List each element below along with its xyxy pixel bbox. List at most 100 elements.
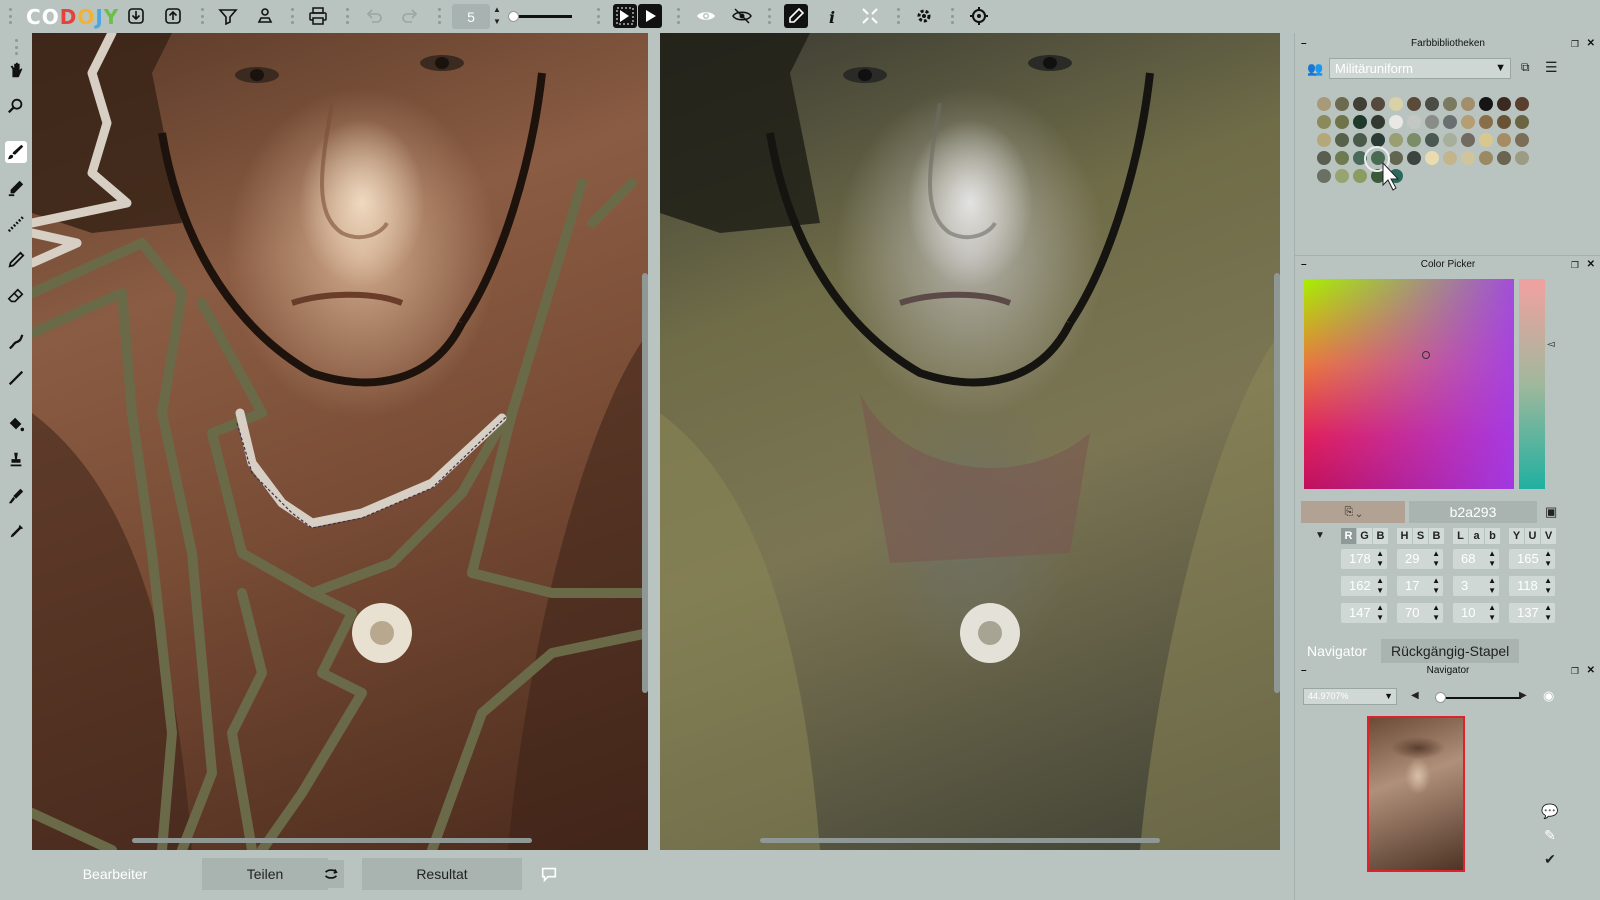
eye-icon[interactable] [694,4,718,28]
color-swatch[interactable] [1461,151,1475,165]
dotted-brush-icon[interactable] [5,213,27,235]
color-swatch[interactable] [1515,151,1529,165]
color-swatch[interactable] [1515,97,1529,111]
image-icon[interactable]: ▣ [1545,504,1557,520]
result-canvas[interactable] [660,33,1280,850]
expand-icon[interactable] [858,4,882,28]
mode-y[interactable]: Y [1509,528,1524,544]
play-icon[interactable] [638,4,662,28]
stepper-icon[interactable]: ▲ ▼ [1488,603,1496,623]
close-icon[interactable]: ✕ [1587,256,1595,274]
pencil-icon[interactable] [5,249,27,271]
eye-icon[interactable]: ◉ [1543,688,1554,704]
brush-icon[interactable] [5,141,27,163]
stepper-icon[interactable]: ▲ ▼ [1488,576,1496,596]
line-icon[interactable] [5,367,27,389]
slider-knob[interactable] [508,11,519,22]
color-swatch[interactable] [1497,97,1511,111]
pen-icon[interactable] [784,4,808,28]
stepper-icon[interactable]: ▲ ▼ [1432,603,1440,623]
settings-icon[interactable] [912,4,936,28]
info-icon[interactable]: i [820,4,844,28]
value-l-field[interactable]: 68 ▲ ▼ [1453,549,1499,569]
hand-icon[interactable] [5,59,27,81]
eye-crossed-icon[interactable] [730,4,754,28]
feedback-icon[interactable] [532,858,566,890]
detach-icon[interactable]: ❐ [1571,662,1579,680]
color-swatch[interactable] [1461,115,1475,129]
color-swatch[interactable] [1425,133,1439,147]
color-swatch[interactable] [1371,115,1385,129]
color-swatch[interactable] [1389,97,1403,111]
mode-b[interactable]: B [1373,528,1388,544]
export-icon[interactable] [161,4,185,28]
color-swatch[interactable] [1353,115,1367,129]
stamp-tool-icon[interactable] [5,449,27,471]
close-icon[interactable]: ✕ [1587,662,1595,680]
color-field-cursor[interactable] [1422,351,1430,359]
mode-h[interactable]: H [1397,528,1412,544]
color-swatch[interactable] [1389,115,1403,129]
color-swatch[interactable] [1515,133,1529,147]
value-lb-field[interactable]: 10 ▲ ▼ [1453,603,1499,623]
value-s-field[interactable]: 17 ▲ ▼ [1397,576,1443,596]
pen-icon[interactable]: ✎ [1535,827,1565,851]
value-b-field[interactable]: 147 ▲ ▼ [1341,603,1387,623]
undo-icon[interactable] [362,4,386,28]
play-pause-icon[interactable] [613,4,637,28]
result-horizontal-scrollbar[interactable] [760,838,1160,843]
funnel-icon[interactable] [216,4,240,28]
stepper-icon[interactable]: ▲ ▼ [1432,576,1440,596]
zoom-select[interactable]: 44.9707% ▼ [1303,688,1397,705]
import-icon[interactable] [124,4,148,28]
check-icon[interactable]: ✔ [1535,851,1565,875]
value-h-field[interactable]: 29 ▲ ▼ [1397,549,1443,569]
preferences-icon[interactable] [967,4,991,28]
stepper-icon[interactable]: ▲ ▼ [1432,549,1440,569]
smudge-icon[interactable] [5,331,27,353]
brush-size-stepper[interactable]: ▲ ▼ [492,4,502,29]
color-swatch[interactable] [1335,115,1349,129]
color-dropper-brush-icon[interactable] [5,485,27,507]
stepper-icon[interactable]: ▲ ▼ [1544,603,1552,623]
color-swatch[interactable] [1443,97,1457,111]
color-swatch[interactable] [1479,133,1493,147]
brush-size-slider[interactable] [508,11,572,22]
tab-undo-stack[interactable]: Rückgängig-Stapel [1381,639,1520,663]
mode-g[interactable]: G [1357,528,1372,544]
share-sync-icon[interactable] [318,860,344,888]
color-swatch[interactable] [1317,97,1331,111]
color-swatch[interactable] [1335,133,1349,147]
detach-icon[interactable]: ❐ [1571,35,1579,53]
color-swatch[interactable] [1425,97,1439,111]
color-swatch[interactable] [1407,97,1421,111]
value-y-field[interactable]: 165 ▲ ▼ [1509,549,1555,569]
zoom-in-icon[interactable]: ▶ [1519,690,1527,701]
stamp-icon[interactable] [253,4,277,28]
color-swatch[interactable] [1443,133,1457,147]
result-vertical-scrollbar[interactable] [1274,273,1280,693]
color-swatch[interactable] [1443,151,1457,165]
color-swatch[interactable] [1515,115,1529,129]
stepper-icon[interactable]: ▲ ▼ [1544,549,1552,569]
zoom-icon[interactable] [5,95,27,117]
mode-l[interactable]: L [1453,528,1468,544]
canvas-divider[interactable] [648,33,660,850]
color-swatch[interactable] [1497,133,1511,147]
library-menu-icon[interactable]: ☰ [1545,59,1558,76]
color-swatch[interactable] [1317,133,1331,147]
color-library-select[interactable]: Militäruniform ▼ [1329,58,1511,79]
hue-strip[interactable] [1519,279,1545,489]
color-swatch[interactable] [1461,133,1475,147]
stepper-icon[interactable]: ▲ ▼ [1376,603,1384,623]
navigator-thumbnail[interactable] [1367,716,1465,872]
brush-size-input[interactable]: 5 [452,4,490,29]
collapse-triangle-icon[interactable]: ▼ [1315,530,1325,541]
minimize-icon[interactable]: – [1301,662,1307,680]
color-swatch[interactable] [1461,97,1475,111]
copy-color-icon[interactable]: ⎘ ⌄ [1344,506,1361,519]
editor-horizontal-scrollbar[interactable] [132,838,532,843]
new-library-icon[interactable]: ⧉ [1521,60,1530,75]
color-preview[interactable]: ⎘ ⌄ [1301,501,1405,523]
stepper-icon[interactable]: ▲ ▼ [1376,549,1384,569]
